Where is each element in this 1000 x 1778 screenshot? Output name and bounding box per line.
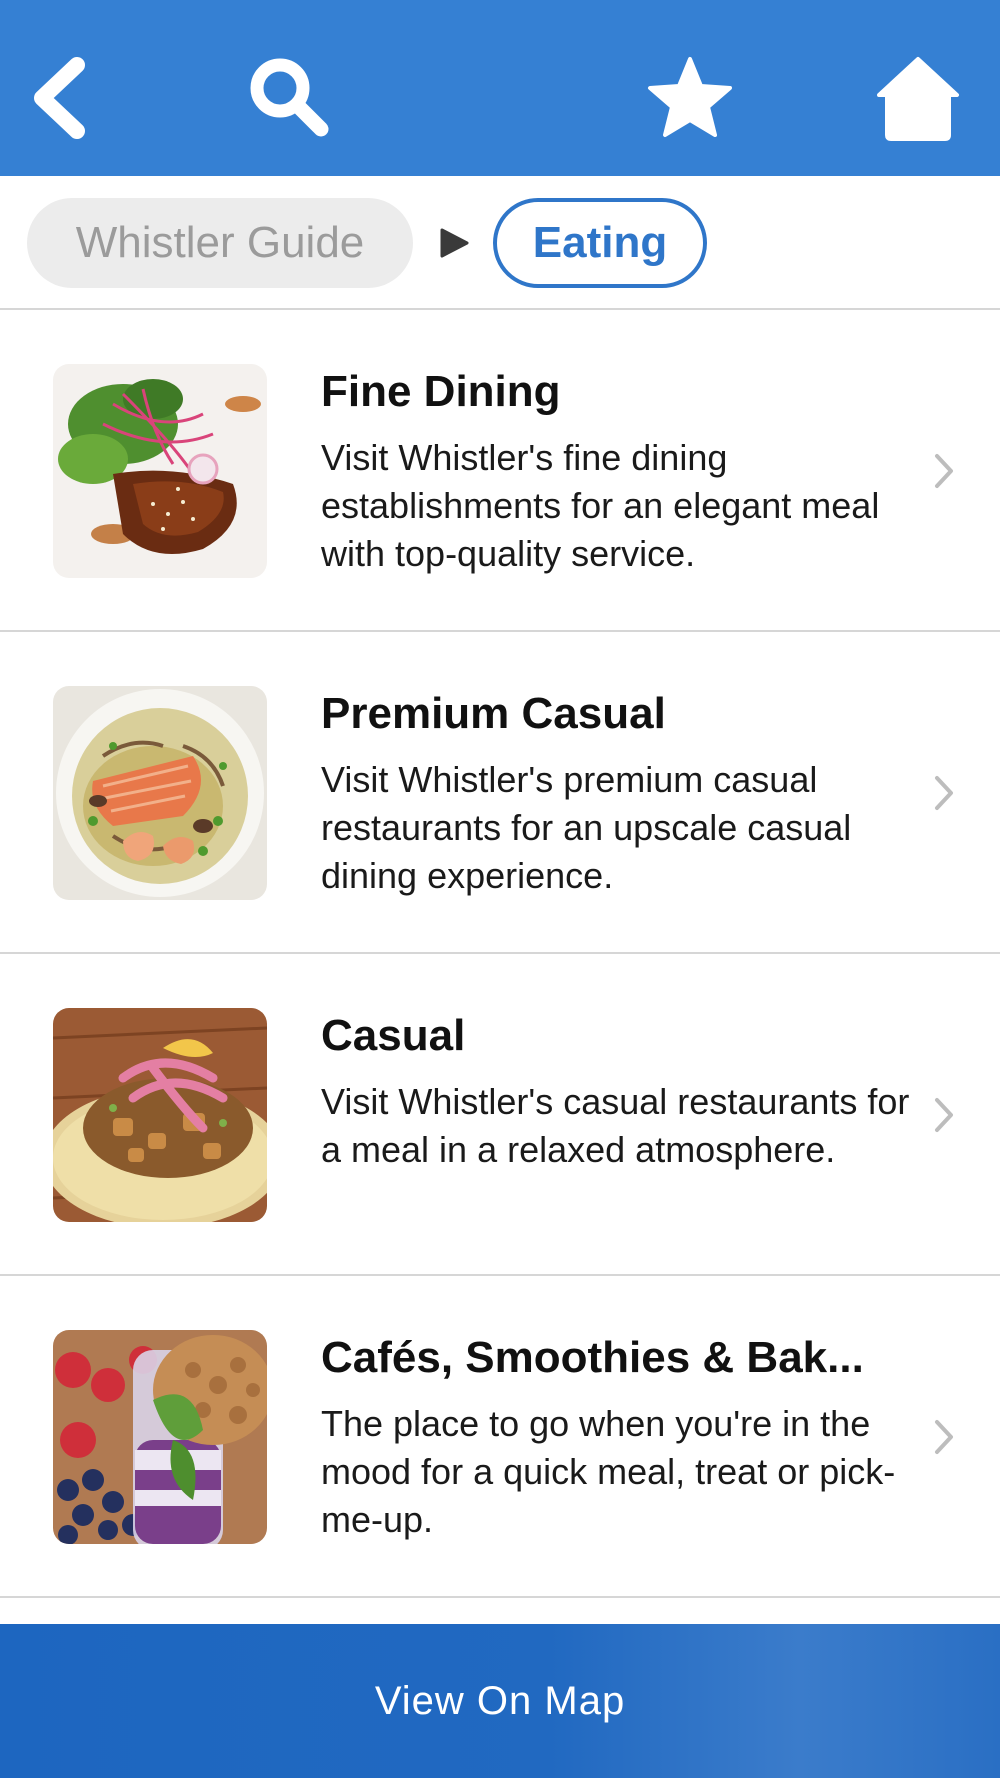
list-item[interactable]: Cafés, Smoothies & Bak... The place to g… (0, 1276, 1000, 1598)
list-item-title: Casual (321, 1011, 466, 1060)
list-item-title: Cafés, Smoothies & Bak... (321, 1333, 864, 1382)
chevron-right-icon (935, 1420, 953, 1454)
list-item-title: Premium Casual (321, 689, 666, 738)
search-button[interactable] (240, 48, 340, 148)
chevron-right-icon (935, 1098, 953, 1132)
list-item[interactable]: Fine Dining Visit Whistler's fine dining… (0, 310, 1000, 632)
breadcrumb-root-link[interactable]: Whistler Guide (27, 198, 413, 288)
breadcrumb-separator-icon (440, 228, 469, 258)
list-item[interactable]: Casual Visit Whistler's casual restauran… (0, 954, 1000, 1276)
home-icon (877, 57, 959, 141)
chevron-right-icon (935, 776, 953, 810)
chevron-right-icon (935, 454, 953, 488)
search-icon (250, 58, 329, 137)
fine-dining-photo (53, 364, 267, 578)
list-item-title: Fine Dining (321, 367, 561, 416)
list-item-description: The place to go when you're in the mood … (321, 1403, 896, 1540)
list-item-description: Visit Whistler's casual restaurants for … (321, 1081, 910, 1170)
casual-photo (53, 1008, 267, 1222)
cafes-photo (53, 1330, 267, 1544)
view-on-map-button[interactable]: View On Map (0, 1624, 1000, 1778)
breadcrumb: Whistler Guide Eating (0, 176, 1000, 310)
list-item-description: Visit Whistler's premium casual restaura… (321, 759, 852, 896)
favorites-button[interactable] (640, 48, 740, 148)
star-icon (648, 57, 732, 137)
home-button[interactable] (868, 48, 968, 148)
chevron-left-icon (34, 57, 85, 139)
list-item[interactable]: Premium Casual Visit Whistler's premium … (0, 632, 1000, 954)
top-navigation-bar (0, 0, 1000, 176)
breadcrumb-current: Eating (493, 198, 707, 288)
back-button[interactable] (12, 48, 112, 148)
list-item-description: Visit Whistler's fine dining establishme… (321, 437, 880, 574)
view-on-map-label: View On Map (374, 1678, 626, 1723)
category-list: Fine Dining Visit Whistler's fine dining… (0, 310, 1000, 1598)
premium-casual-photo (53, 686, 267, 900)
